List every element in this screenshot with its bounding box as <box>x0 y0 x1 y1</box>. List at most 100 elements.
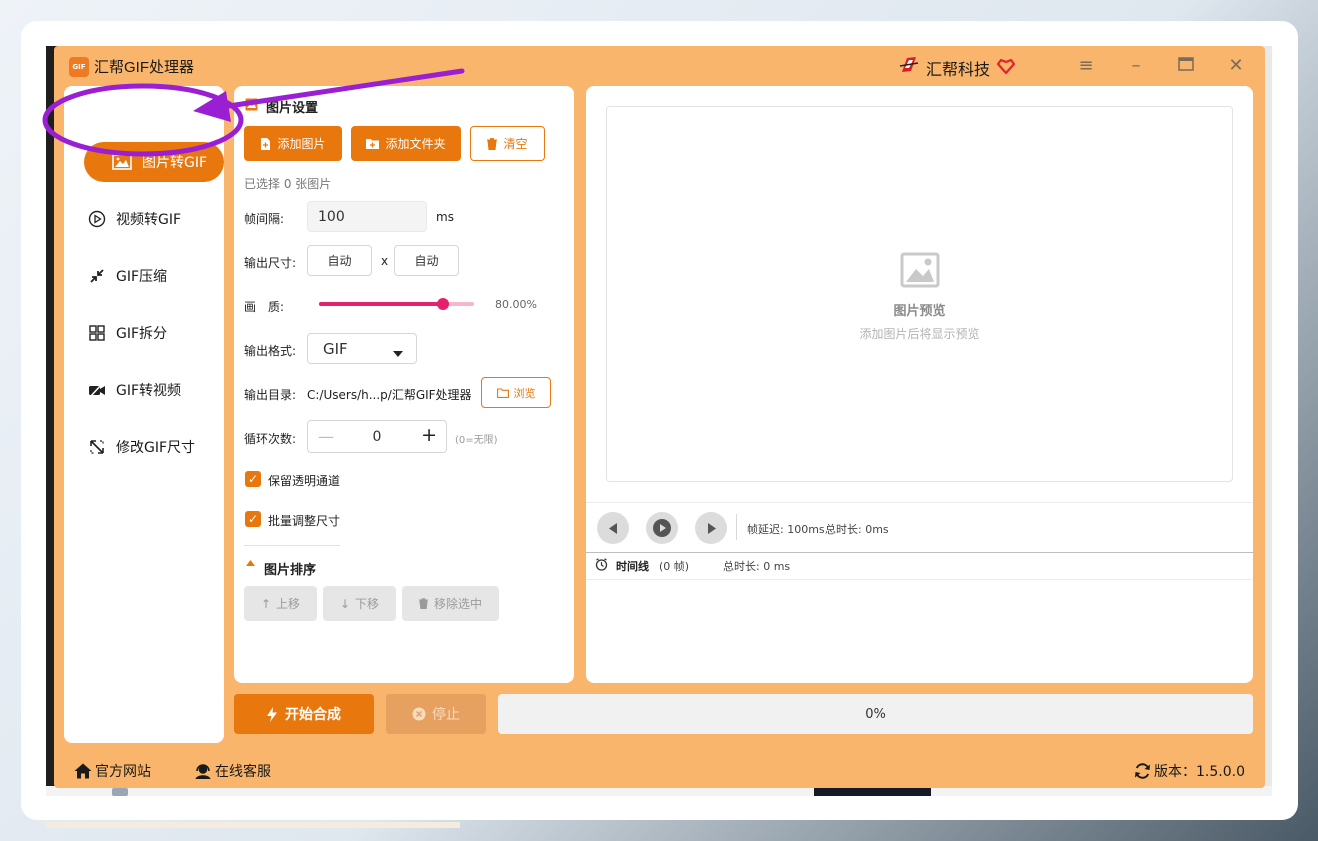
format-value: GIF <box>323 339 348 358</box>
official-website-link[interactable]: 官方网站 <box>74 761 151 781</box>
split-icon <box>89 325 105 341</box>
play-circle-icon <box>88 210 106 228</box>
app-logo: GIF <box>69 57 89 77</box>
prev-frame-button[interactable] <box>597 512 629 544</box>
divider <box>586 502 1253 503</box>
frame-interval-unit: ms <box>436 210 454 224</box>
sidebar-item-label: 图片转GIF <box>142 155 208 171</box>
preview-area: 图片预览 添加图片后将显示预览 <box>606 106 1233 482</box>
loop-stepper[interactable]: — 0 + <box>307 420 447 453</box>
sidebar-item-label: GIF转视频 <box>116 383 182 399</box>
quality-slider-thumb[interactable] <box>437 298 449 310</box>
remove-selected-button[interactable]: 移除选中 <box>402 586 499 621</box>
start-button[interactable]: 开始合成 <box>234 694 374 734</box>
increment-button[interactable]: + <box>421 424 437 446</box>
sidebar-item-label: 视频转GIF <box>116 212 182 228</box>
image-placeholder-icon <box>900 252 940 288</box>
preview-subtitle: 添加图片后将显示预览 <box>859 327 980 341</box>
preview-panel: 图片预览 添加图片后将显示预览 帧延迟: 100ms 总时长: 0ms 时间线 … <box>586 86 1253 683</box>
frame-interval-label: 帧间隔: <box>244 212 285 226</box>
keep-alpha-label: 保留透明通道 <box>268 474 341 488</box>
brand-name: 汇帮科技 <box>926 60 991 79</box>
output-dir-path: C:/Users/h...p/汇帮GIF处理器 <box>307 388 472 402</box>
arrow-up-icon: ↑ <box>260 596 272 611</box>
title-bar[interactable]: GIF 汇帮GIF处理器 汇帮科技 ≡ – ✕ <box>54 46 1265 86</box>
frame-interval-input[interactable]: 100 <box>307 201 427 232</box>
output-size-label: 输出尺寸: <box>244 256 297 270</box>
close-icon[interactable]: ✕ <box>1224 54 1248 78</box>
frame-delay-text: 帧延迟: 100ms <box>747 523 825 536</box>
add-folder-button[interactable]: 添加文件夹 <box>351 126 461 161</box>
sort-title[interactable]: 图片排序 <box>264 559 316 578</box>
timeline-track[interactable] <box>586 580 1253 683</box>
loop-value: 0 <box>372 428 382 445</box>
play-circle-icon <box>653 519 671 537</box>
clock-icon <box>595 558 608 571</box>
width-input[interactable]: 自动 <box>307 245 372 276</box>
play-button[interactable] <box>646 512 678 544</box>
stop-label: 停止 <box>432 707 460 723</box>
image-icon <box>245 98 258 111</box>
keep-alpha-checkbox[interactable]: ✓ <box>245 471 261 487</box>
remove-selected-label: 移除选中 <box>433 597 482 611</box>
stop-button[interactable]: 停止 <box>386 694 486 734</box>
progress-text: 0% <box>865 706 886 722</box>
browse-button[interactable]: 浏览 <box>481 377 551 408</box>
add-image-button[interactable]: 添加图片 <box>244 126 342 161</box>
next-icon <box>707 522 716 534</box>
resize-icon <box>90 440 104 454</box>
sidebar-item-gif-resize[interactable]: 修改GIF尺寸 <box>88 435 195 459</box>
format-label: 输出格式: <box>244 344 297 358</box>
move-up-button[interactable]: ↑ 上移 <box>244 586 317 621</box>
image-icon <box>112 154 132 170</box>
sidebar-item-video-to-gif[interactable]: 视频转GIF <box>88 207 181 231</box>
selected-count: 已选择 0 张图片 <box>244 177 332 191</box>
maximize-icon[interactable] <box>1174 54 1198 78</box>
sidebar-item-label: 修改GIF尺寸 <box>116 440 196 456</box>
timeline-total: 总时长: 0 ms <box>723 560 791 573</box>
loop-label: 循环次数: <box>244 432 297 446</box>
bolt-icon <box>267 706 277 722</box>
heart-icon <box>996 58 1016 75</box>
format-select[interactable]: GIF <box>307 333 417 364</box>
support-label: 在线客服 <box>215 764 271 780</box>
version-info[interactable]: 版本：1.5.0.0 <box>1134 761 1245 781</box>
folder-plus-icon <box>366 139 380 149</box>
folder-icon <box>496 387 509 398</box>
caret-up-icon[interactable] <box>246 560 255 566</box>
compress-icon <box>90 269 104 283</box>
move-up-label: 上移 <box>276 597 301 611</box>
footer-bar: 官方网站 在线客服 版本：1.5.0.0 <box>54 751 1265 788</box>
sidebar: 图片转GIF 视频转GIF GIF压缩 GIF拆分 GIF转视频 修改GIF尺寸 <box>64 86 224 743</box>
background-strip <box>46 822 460 828</box>
stop-circle-icon <box>412 707 426 721</box>
timeline-label: 时间线 <box>616 560 649 573</box>
sidebar-item-image-to-gif[interactable]: 图片转GIF <box>84 142 224 182</box>
quality-slider[interactable] <box>319 298 474 310</box>
height-input[interactable]: 自动 <box>394 245 459 276</box>
sidebar-item-gif-split[interactable]: GIF拆分 <box>88 321 167 345</box>
timeline-count: (0 帧) <box>659 560 690 573</box>
move-down-button[interactable]: ↓ 下移 <box>323 586 396 621</box>
decrement-button[interactable]: — <box>318 427 334 446</box>
arrow-down-icon: ↓ <box>339 596 351 611</box>
menu-icon[interactable]: ≡ <box>1074 54 1098 78</box>
next-frame-button[interactable] <box>695 512 727 544</box>
clear-label: 清空 <box>503 137 528 151</box>
headset-icon <box>195 764 211 779</box>
home-icon <box>74 763 92 779</box>
divider <box>244 545 340 546</box>
online-support-link[interactable]: 在线客服 <box>194 761 271 781</box>
loop-hint: (0=无限) <box>455 435 498 446</box>
batch-resize-checkbox[interactable]: ✓ <box>245 511 261 527</box>
sidebar-item-gif-to-video[interactable]: GIF转视频 <box>88 378 181 402</box>
divider <box>586 552 1253 553</box>
add-image-label: 添加图片 <box>277 137 326 151</box>
minimize-icon[interactable]: – <box>1124 54 1148 78</box>
move-down-label: 下移 <box>355 597 380 611</box>
output-dir-label: 输出目录: <box>244 388 297 402</box>
sidebar-item-gif-compress[interactable]: GIF压缩 <box>88 264 167 288</box>
divider <box>736 514 737 540</box>
clear-button[interactable]: 清空 <box>470 126 545 161</box>
add-folder-label: 添加文件夹 <box>385 137 446 151</box>
